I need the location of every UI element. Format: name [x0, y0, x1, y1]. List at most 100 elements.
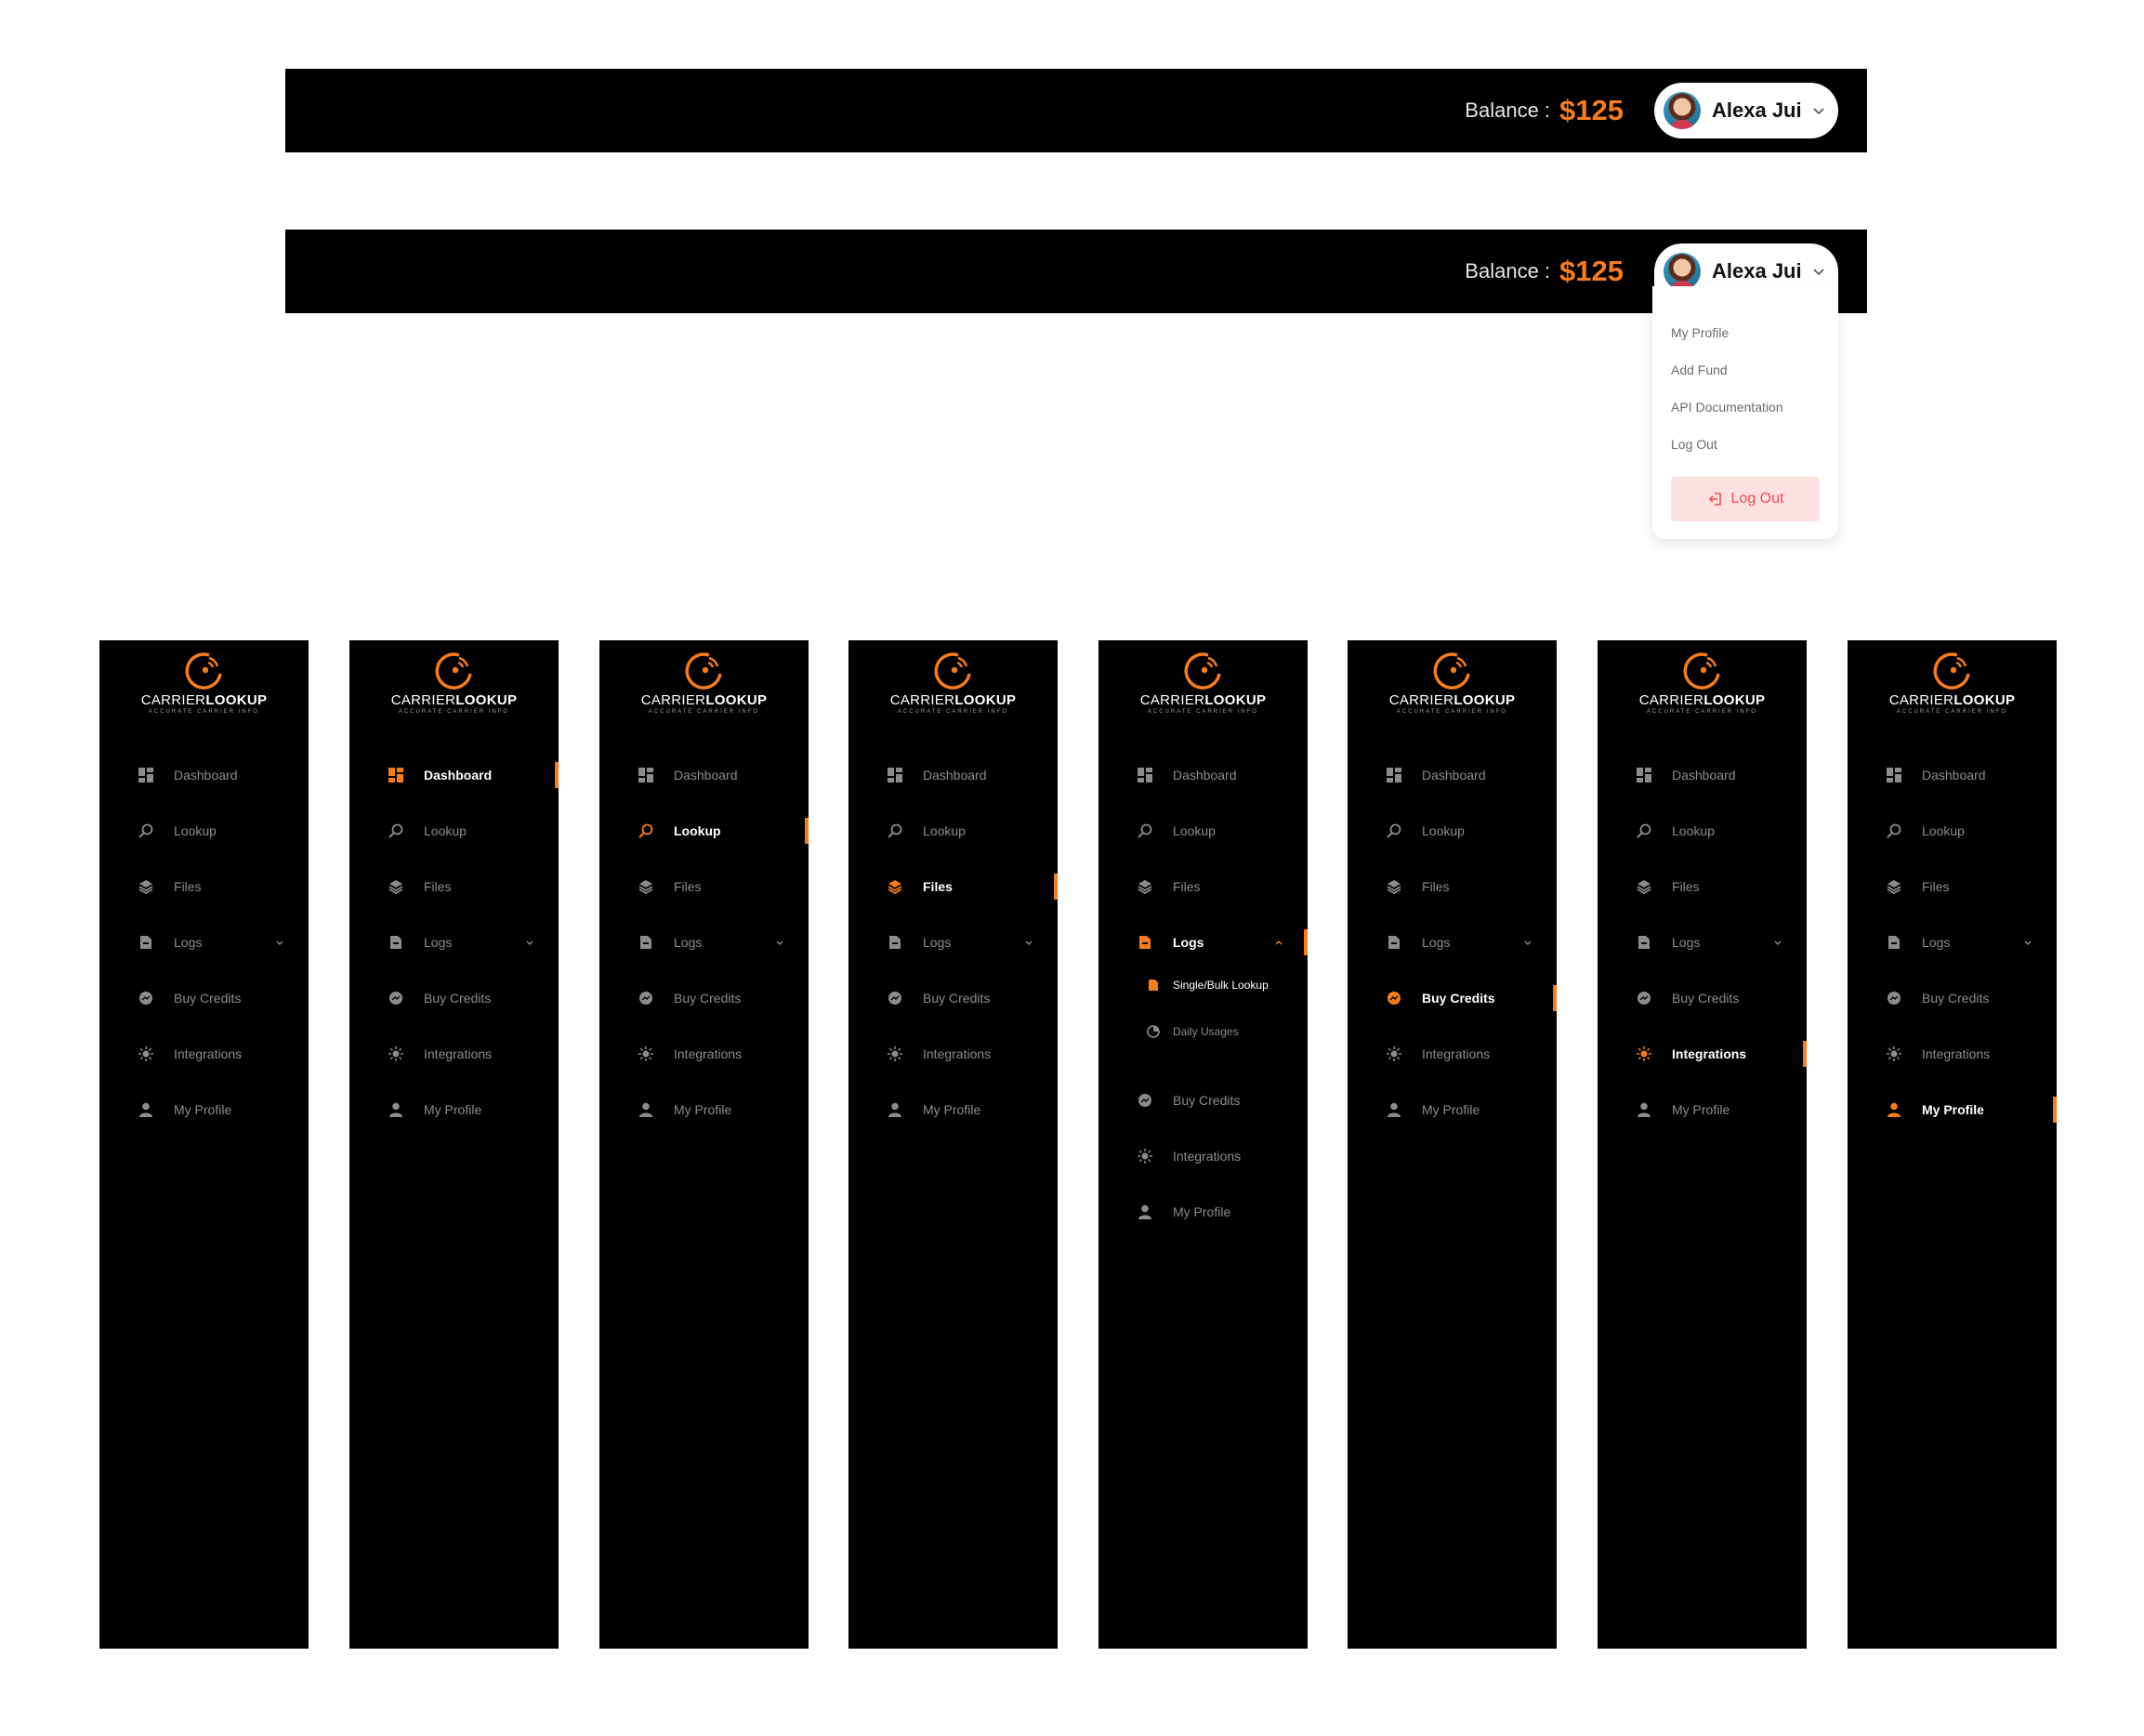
- sidebar: CARRIERLOOKUP ACCURATE CARRIER INFO Dash…: [1348, 640, 1557, 1649]
- sidebar-item-logs[interactable]: Logs: [599, 928, 809, 956]
- sidebar-item-my-profile[interactable]: My Profile: [1598, 1096, 1807, 1124]
- sidebar-item-lookup[interactable]: Lookup: [1848, 817, 2057, 845]
- credits-icon: [1887, 991, 1901, 1006]
- sidebar-item-lookup[interactable]: Lookup: [99, 817, 309, 845]
- sidebar-item-logs[interactable]: Logs: [349, 928, 559, 956]
- search-icon: [638, 823, 653, 838]
- sidebar-item-lookup[interactable]: Lookup: [1598, 817, 1807, 845]
- user-menu-button[interactable]: Alexa Jui: [1654, 83, 1838, 138]
- sidebar-item-label: Lookup: [1422, 823, 1465, 838]
- sidebar-subitem-single-bulk-lookup[interactable]: Single/Bulk Lookup: [1098, 973, 1308, 997]
- sidebar-item-label: Files: [923, 879, 953, 894]
- sidebar-item-lookup[interactable]: Lookup: [1098, 817, 1308, 845]
- file-icon: [138, 935, 153, 950]
- sidebar-item-dashboard[interactable]: Dashboard: [349, 761, 559, 789]
- sidebar-item-buy-credits[interactable]: Buy Credits: [1598, 984, 1807, 1012]
- signal-logo-icon: [185, 652, 222, 690]
- sidebar-item-label: Logs: [424, 935, 453, 950]
- sidebar-item-logs[interactable]: Logs: [848, 928, 1058, 956]
- sidebar-item-dashboard[interactable]: Dashboard: [848, 761, 1058, 789]
- sidebar-item-integrations[interactable]: Integrations: [349, 1040, 559, 1068]
- sidebar-item-my-profile[interactable]: My Profile: [1348, 1096, 1557, 1124]
- sidebar-item-dashboard[interactable]: Dashboard: [599, 761, 809, 789]
- sidebar-item-buy-credits[interactable]: Buy Credits: [349, 984, 559, 1012]
- dropdown-item-api-documentation[interactable]: API Documentation: [1671, 400, 1783, 414]
- chevron-down-icon: [1524, 940, 1532, 945]
- sidebar-item-dashboard[interactable]: Dashboard: [1598, 761, 1807, 789]
- sidebar-item-dashboard[interactable]: Dashboard: [1098, 761, 1308, 789]
- sidebar-item-integrations[interactable]: Integrations: [848, 1040, 1058, 1068]
- sun-icon: [1387, 1046, 1401, 1061]
- sidebar-item-files[interactable]: Files: [599, 873, 809, 901]
- sidebar-item-my-profile[interactable]: My Profile: [848, 1096, 1058, 1124]
- sidebar-item-lookup[interactable]: Lookup: [599, 817, 809, 845]
- sidebar-item-label: Lookup: [923, 823, 966, 838]
- sidebar-item-label: Dashboard: [174, 768, 238, 783]
- sidebar-item-lookup[interactable]: Lookup: [1348, 817, 1557, 845]
- sidebar-item-files[interactable]: Files: [1348, 873, 1557, 901]
- sidebar-item-files[interactable]: Files: [349, 873, 559, 901]
- dropdown-item-log-out[interactable]: Log Out: [1671, 437, 1717, 452]
- sidebar-item-buy-credits[interactable]: Buy Credits: [99, 984, 309, 1012]
- sidebar-item-files[interactable]: Files: [848, 873, 1058, 901]
- brand-name: CARRIERLOOKUP: [1139, 692, 1267, 708]
- sidebar: CARRIERLOOKUP ACCURATE CARRIER INFO Dash…: [1848, 640, 2057, 1649]
- search-icon: [1637, 823, 1651, 838]
- dropdown-item-my-profile[interactable]: My Profile: [1671, 325, 1729, 340]
- sidebar-item-logs[interactable]: Logs: [99, 928, 309, 956]
- sidebar-item-dashboard[interactable]: Dashboard: [1848, 761, 2057, 789]
- dashboard-icon: [1637, 768, 1651, 783]
- search-icon: [1387, 823, 1401, 838]
- sun-icon: [388, 1046, 403, 1061]
- sidebar-item-my-profile[interactable]: My Profile: [1098, 1198, 1308, 1226]
- logout-button[interactable]: Log Out: [1671, 477, 1820, 521]
- sidebar-item-files[interactable]: Files: [1848, 873, 2057, 901]
- file-icon: [1387, 935, 1401, 950]
- sidebar-item-label: Dashboard: [1922, 768, 1986, 783]
- logout-button-label: Log Out: [1730, 491, 1784, 506]
- chevron-up-icon: [1275, 940, 1282, 945]
- credits-icon: [1138, 1093, 1152, 1108]
- sidebar-item-buy-credits[interactable]: Buy Credits: [1848, 984, 2057, 1012]
- sidebar-item-my-profile[interactable]: My Profile: [349, 1096, 559, 1124]
- sidebar-item-dashboard[interactable]: Dashboard: [1348, 761, 1557, 789]
- sidebar-item-integrations[interactable]: Integrations: [1848, 1040, 2057, 1068]
- sidebar-item-buy-credits[interactable]: Buy Credits: [1348, 984, 1557, 1012]
- sidebar-item-lookup[interactable]: Lookup: [349, 817, 559, 845]
- dashboard-icon: [638, 768, 653, 783]
- sidebar-item-integrations[interactable]: Integrations: [599, 1040, 809, 1068]
- sidebar-item-lookup[interactable]: Lookup: [848, 817, 1058, 845]
- brand-name: CARRIERLOOKUP: [1888, 692, 2016, 708]
- chevron-down-icon: [1774, 940, 1782, 945]
- user-icon: [388, 1102, 403, 1117]
- sidebar-item-label: Integrations: [1422, 1046, 1491, 1061]
- sidebar-item-logs[interactable]: Logs: [1098, 928, 1308, 956]
- sidebar-item-files[interactable]: Files: [99, 873, 309, 901]
- balance-label: Balance :: [1465, 99, 1551, 122]
- sidebar-item-my-profile[interactable]: My Profile: [99, 1096, 309, 1124]
- sidebar-item-logs[interactable]: Logs: [1848, 928, 2057, 956]
- sidebar-item-my-profile[interactable]: My Profile: [1848, 1096, 2057, 1124]
- dropdown-item-add-fund[interactable]: Add Fund: [1671, 362, 1728, 377]
- logout-icon: [1708, 493, 1721, 506]
- brand-name: CARRIERLOOKUP: [1638, 692, 1766, 708]
- layers-icon: [1138, 879, 1152, 894]
- sidebar-item-logs[interactable]: Logs: [1348, 928, 1557, 956]
- sidebar-item-buy-credits[interactable]: Buy Credits: [848, 984, 1058, 1012]
- sidebar-item-integrations[interactable]: Integrations: [1348, 1040, 1557, 1068]
- sidebar-item-my-profile[interactable]: My Profile: [599, 1096, 809, 1124]
- sidebar-item-files[interactable]: Files: [1598, 873, 1807, 901]
- sidebar-subitem-daily-usages[interactable]: Daily Usages: [1098, 1019, 1308, 1044]
- sidebar-item-files[interactable]: Files: [1098, 873, 1308, 901]
- sidebar-item-buy-credits[interactable]: Buy Credits: [1098, 1086, 1308, 1114]
- sidebar-item-integrations[interactable]: Integrations: [1098, 1142, 1308, 1170]
- sidebar-item-dashboard[interactable]: Dashboard: [99, 761, 309, 789]
- sidebar-item-integrations[interactable]: Integrations: [1598, 1040, 1807, 1068]
- sun-icon: [1887, 1046, 1901, 1061]
- sidebar-item-integrations[interactable]: Integrations: [99, 1040, 309, 1068]
- brand-name: CARRIERLOOKUP: [390, 692, 518, 708]
- sidebar-item-buy-credits[interactable]: Buy Credits: [599, 984, 809, 1012]
- sun-icon: [1138, 1149, 1152, 1164]
- chevron-down-icon: [1025, 940, 1033, 945]
- sidebar-item-logs[interactable]: Logs: [1598, 928, 1807, 956]
